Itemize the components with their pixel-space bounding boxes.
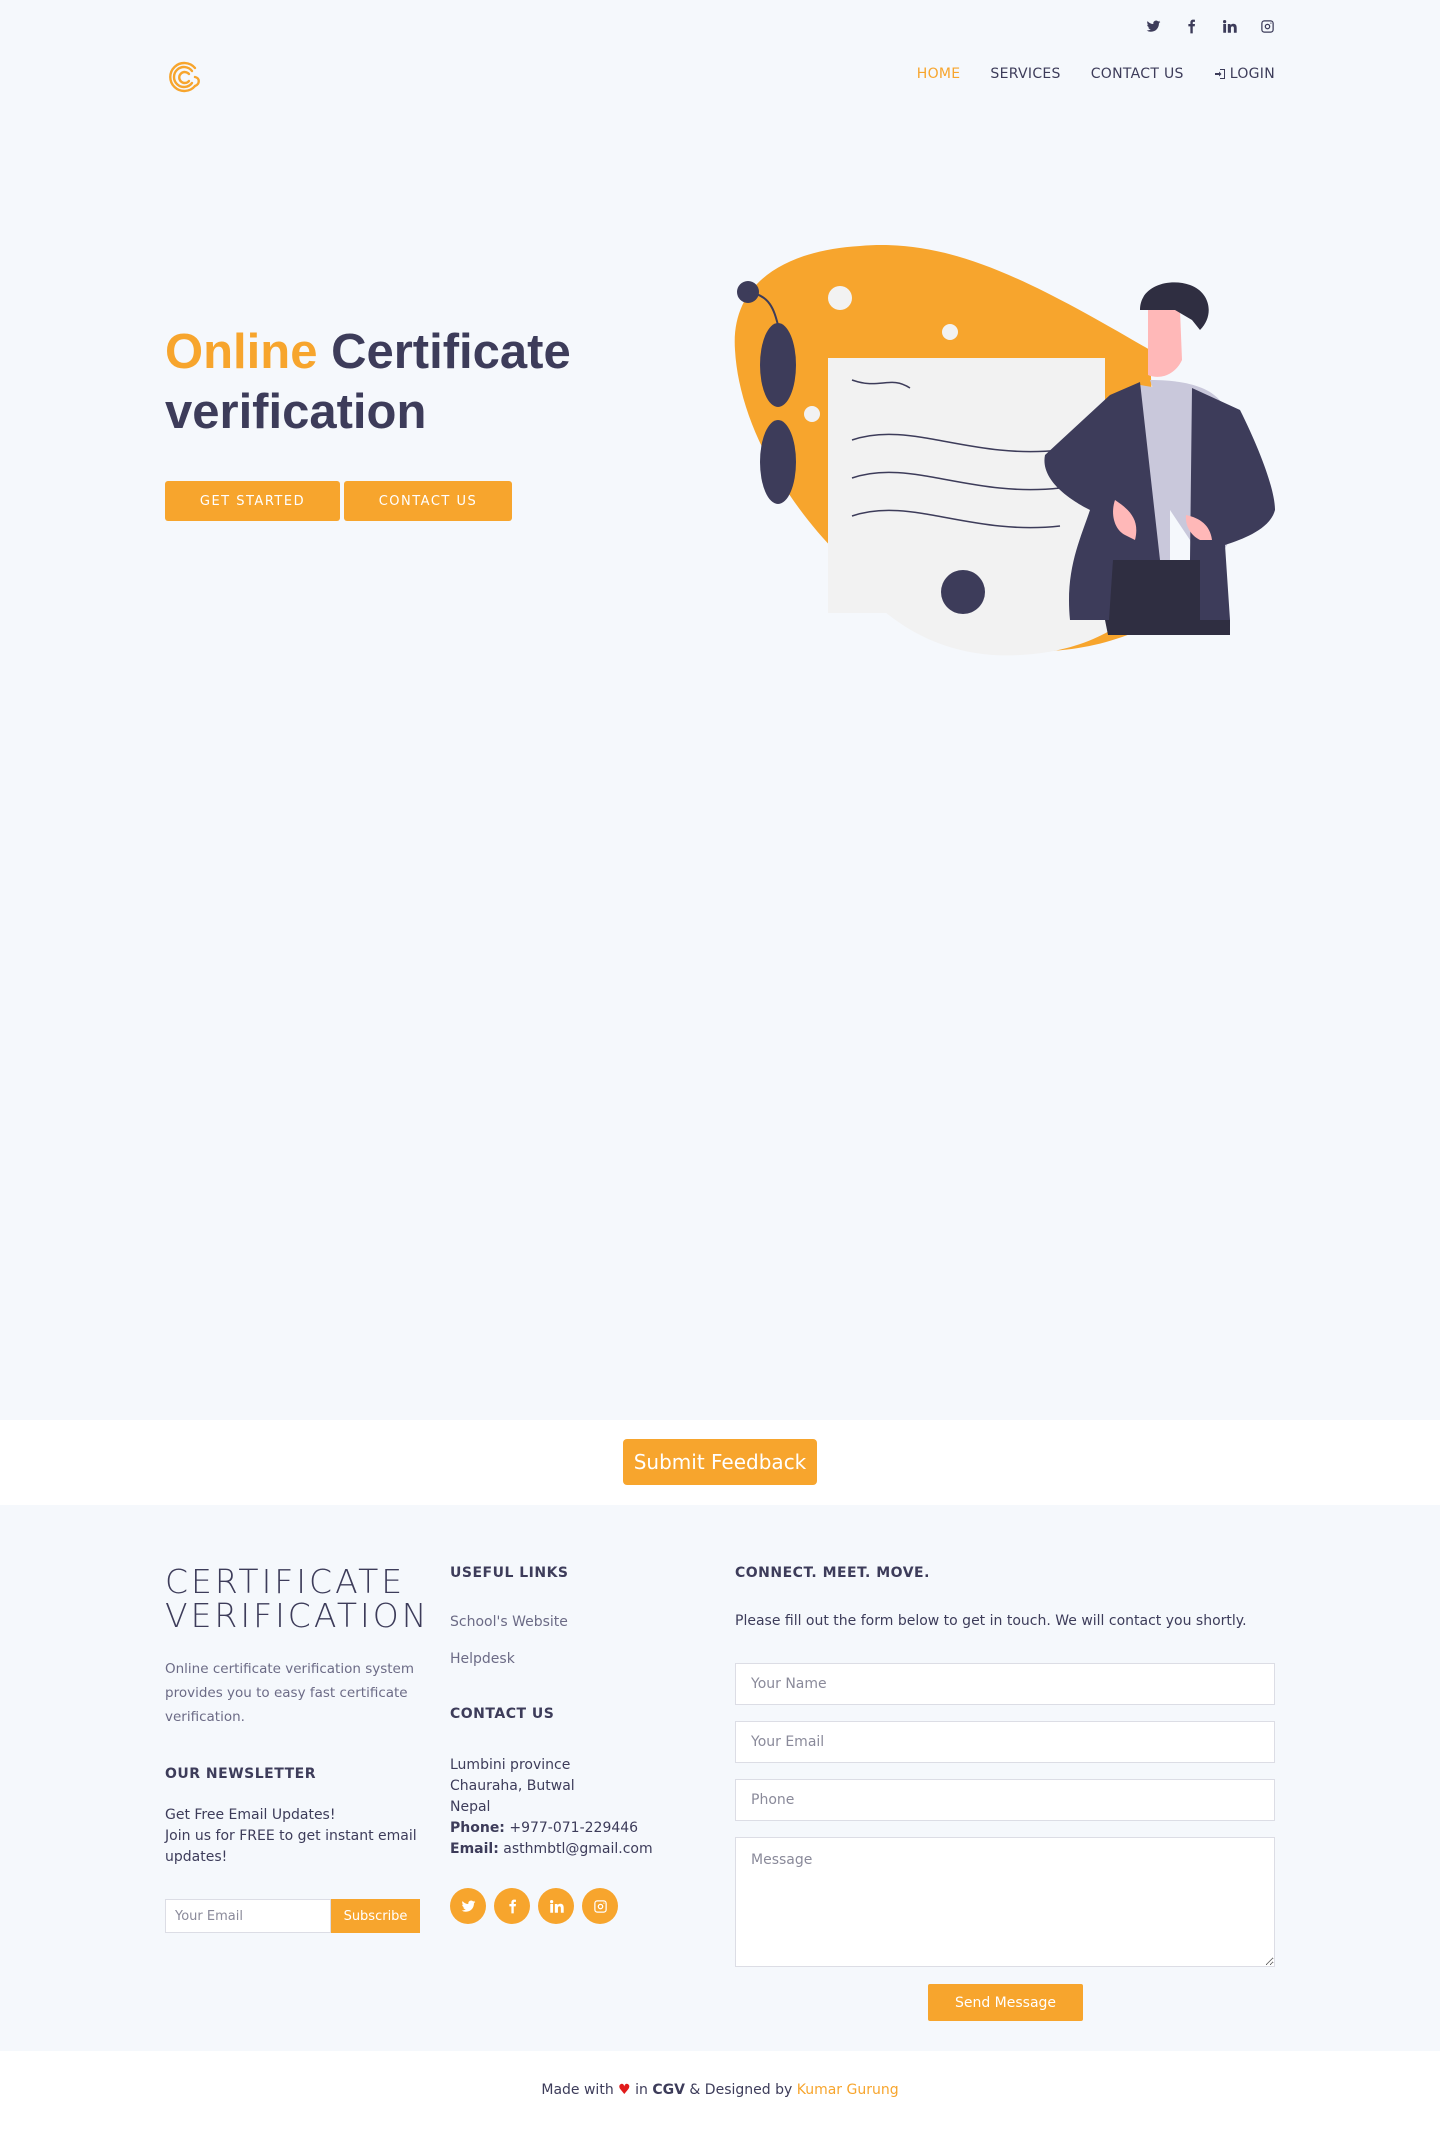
top-social-bar bbox=[1145, 18, 1275, 34]
footer-social bbox=[450, 1888, 618, 1924]
address-line: Lumbini province bbox=[450, 1757, 571, 1773]
in-text: in bbox=[630, 2082, 653, 2098]
newsletter-heading: OUR NEWSLETTER bbox=[165, 1766, 316, 1782]
phone-field[interactable] bbox=[735, 1779, 1275, 1821]
nav-services[interactable]: SERVICES bbox=[990, 66, 1060, 82]
phone-label: Phone: bbox=[450, 1820, 505, 1836]
newsletter-line-1: Get Free Email Updates! bbox=[165, 1807, 336, 1823]
footer-brand-title: CERTIFICATE VERIFICATION bbox=[165, 1562, 430, 1635]
footer-facebook-button[interactable] bbox=[494, 1888, 530, 1924]
credits-bar: Made with ♥ in CGV & Designed by Kumar G… bbox=[0, 2051, 1440, 2134]
hero-title-accent: Online bbox=[165, 325, 318, 379]
connect-intro: Please fill out the form below to get in… bbox=[735, 1613, 1247, 1629]
address-line: Nepal bbox=[450, 1799, 491, 1815]
email-field[interactable] bbox=[735, 1721, 1275, 1763]
made-with-text: Made with bbox=[541, 2082, 614, 2098]
email-value: asthmbtl@gmail.com bbox=[498, 1841, 653, 1857]
newsletter-email-input[interactable] bbox=[165, 1899, 331, 1933]
twitter-icon bbox=[461, 1900, 475, 1912]
address-line: Chauraha, Butwal bbox=[450, 1778, 575, 1794]
submit-feedback-button[interactable]: Submit Feedback bbox=[623, 1439, 817, 1485]
nav-home[interactable]: HOME bbox=[917, 66, 961, 82]
hero-buttons: GET STARTED CONTACT US bbox=[165, 481, 512, 521]
linkedin-icon bbox=[549, 1899, 564, 1913]
nav-contact-us[interactable]: CONTACT US bbox=[1091, 66, 1184, 82]
contact-email: Email: asthmbtl@gmail.com bbox=[450, 1839, 653, 1860]
feedback-section: Submit Feedback bbox=[0, 1420, 1440, 1505]
newsletter-line-2: Join us for FREE to get instant email up… bbox=[165, 1828, 417, 1865]
newsletter-text: Get Free Email Updates! Join us for FREE… bbox=[165, 1805, 425, 1868]
heart-icon: ♥ bbox=[618, 2082, 631, 2098]
footer-linkedin-button[interactable] bbox=[538, 1888, 574, 1924]
subscribe-button[interactable]: Subscribe bbox=[331, 1899, 420, 1933]
contact-heading: CONTACT US bbox=[450, 1706, 555, 1722]
site-logo[interactable] bbox=[165, 56, 205, 96]
hero-contact-button[interactable]: CONTACT US bbox=[344, 481, 512, 521]
contact-phone: Phone: +977-071-229446 bbox=[450, 1818, 653, 1839]
newsletter-form: Subscribe bbox=[165, 1899, 420, 1933]
designed-by-text: & Designed by bbox=[684, 2082, 797, 2098]
hero-illustration bbox=[734, 245, 1275, 656]
hero-title: Online Certificate verification bbox=[165, 322, 625, 442]
main-nav: HOME SERVICES CONTACT US LOGIN bbox=[917, 66, 1275, 82]
link-schools-website[interactable]: School's Website bbox=[450, 1614, 568, 1630]
author-link[interactable]: Kumar Gurung bbox=[797, 2082, 899, 2098]
footer-twitter-button[interactable] bbox=[450, 1888, 486, 1924]
connect-heading: CONNECT. MEET. MOVE. bbox=[735, 1565, 930, 1581]
name-field[interactable] bbox=[735, 1663, 1275, 1705]
footer-instagram-button[interactable] bbox=[582, 1888, 618, 1924]
link-helpdesk[interactable]: Helpdesk bbox=[450, 1651, 515, 1667]
nav-login[interactable]: LOGIN bbox=[1214, 66, 1275, 82]
email-label: Email: bbox=[450, 1841, 499, 1857]
facebook-icon bbox=[508, 1899, 516, 1913]
nav-login-label: LOGIN bbox=[1229, 66, 1275, 82]
facebook-icon[interactable] bbox=[1183, 18, 1199, 34]
sign-in-icon bbox=[1214, 69, 1225, 79]
instagram-icon[interactable] bbox=[1259, 18, 1275, 34]
twitter-icon[interactable] bbox=[1145, 18, 1161, 34]
get-started-button[interactable]: GET STARTED bbox=[165, 481, 340, 521]
message-field[interactable] bbox=[735, 1837, 1275, 1967]
useful-links-heading: USEFUL LINKS bbox=[450, 1565, 569, 1581]
footer-brand-description: Online certificate verification system p… bbox=[165, 1661, 414, 1725]
send-message-button[interactable]: Send Message bbox=[928, 1984, 1083, 2021]
brand-name: CGV bbox=[652, 2082, 685, 2098]
phone-value: +977-071-229446 bbox=[504, 1820, 639, 1836]
contact-address: Lumbini province Chauraha, Butwal Nepal … bbox=[450, 1755, 653, 1860]
credits-text: Made with ♥ in CGV & Designed by Kumar G… bbox=[0, 2082, 1440, 2098]
instagram-icon bbox=[593, 1899, 607, 1913]
linkedin-icon[interactable] bbox=[1221, 18, 1237, 34]
footer: CERTIFICATE VERIFICATION Online certific… bbox=[0, 1505, 1440, 2051]
